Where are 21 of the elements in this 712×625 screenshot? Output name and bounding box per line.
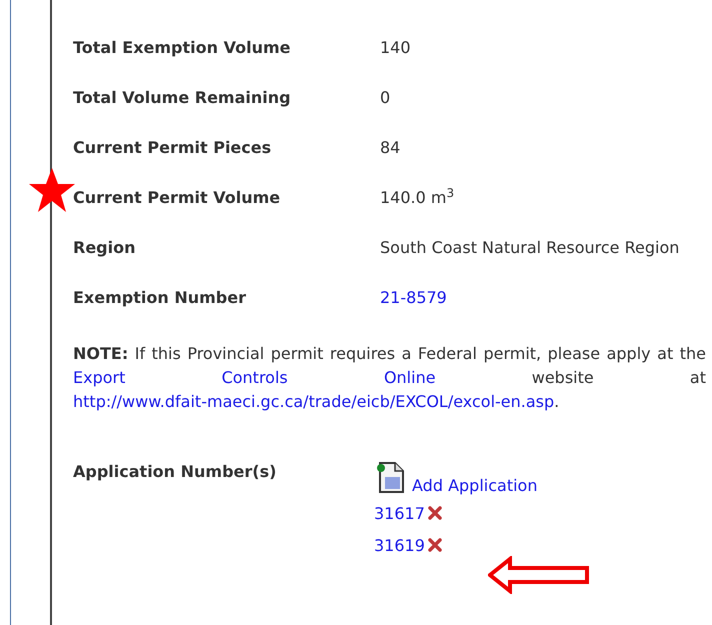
application-link[interactable]: 31619	[374, 536, 425, 555]
url-link[interactable]: http://www.dfait-maeci.gc.ca/trade/eicb/EXCOL/excol-en.asp	[73, 392, 554, 411]
field-value: 84	[380, 137, 400, 159]
add-application-link[interactable]: Add Application	[412, 474, 538, 498]
field-value: 0	[380, 87, 390, 109]
delete-icon[interactable]	[426, 505, 443, 521]
field-label: Region	[73, 237, 136, 259]
note-text: NOTE: If this Provincial permit requires a Federal permit, please apply at the Export Controls Online website at http://www.dfait-maeci.gc.ca/trade/eicb/EXCOL/excol-en.asp.	[73, 343, 706, 413]
field-value: South Coast Natural Resource Region	[380, 237, 680, 259]
application-link[interactable]: 31617	[374, 504, 425, 523]
field-value: 140.0 m$^{3}$	[380, 186, 454, 209]
delete-icon[interactable]	[426, 537, 443, 553]
field-label: Current Permit Pieces	[73, 137, 272, 159]
field-label: Current Permit Volume	[73, 187, 282, 209]
field-label: Total Volume Remaining	[73, 87, 292, 109]
field-label: Exemption Number	[73, 287, 247, 309]
field-label: Total Exemption Volume	[73, 37, 292, 59]
website-link[interactable]: Export Controls Online	[73, 368, 436, 387]
field-value: 140	[380, 37, 411, 59]
field-link[interactable]: 21-8579	[380, 286, 447, 310]
arrow-icon	[488, 556, 592, 594]
